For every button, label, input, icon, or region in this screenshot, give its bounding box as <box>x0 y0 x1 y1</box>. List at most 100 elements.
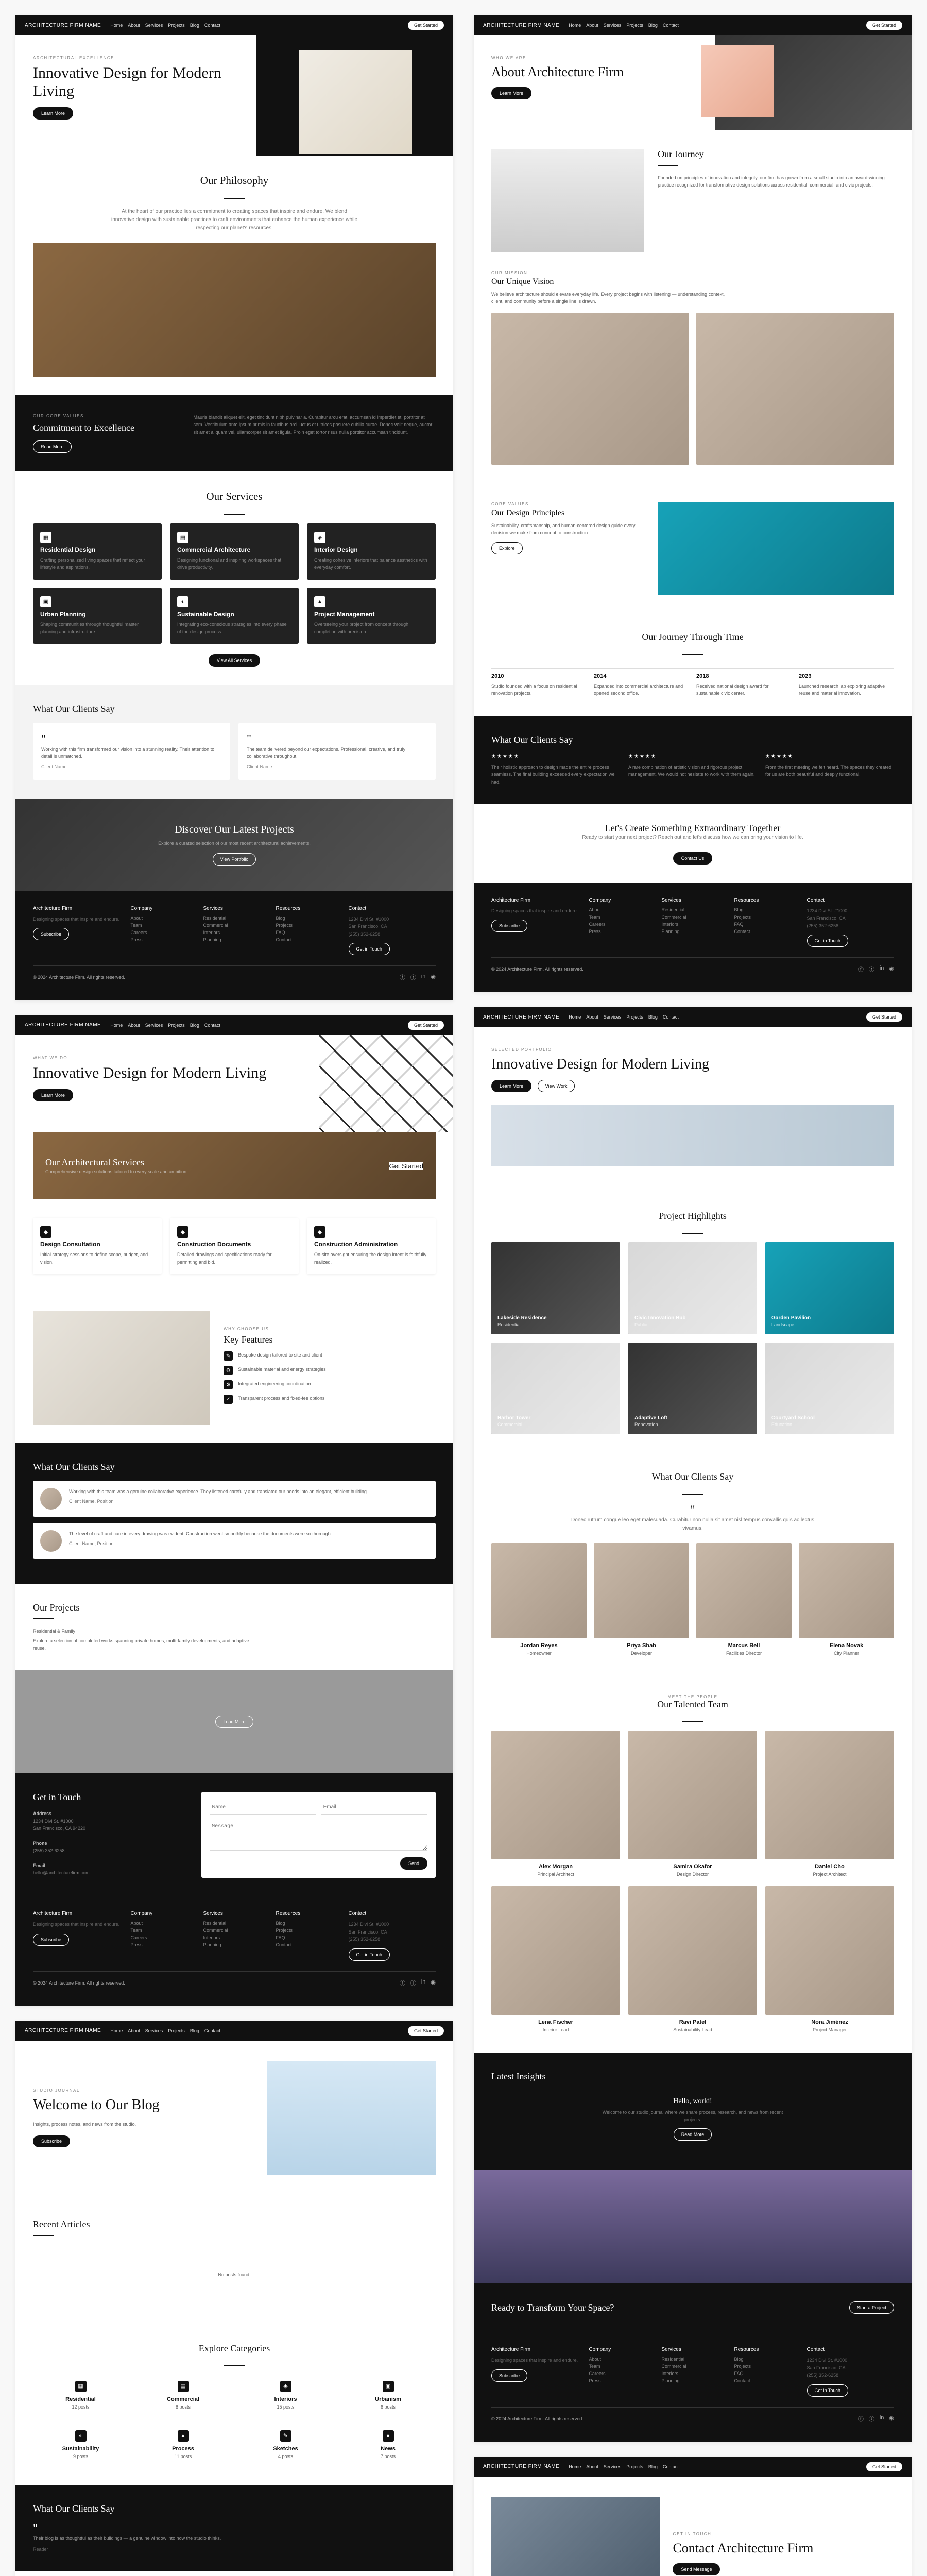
footer-link[interactable]: Blog <box>276 1921 338 1926</box>
service-card[interactable]: ◆ Design Consultation Initial strategy s… <box>33 1218 162 1274</box>
social-ig-icon[interactable]: ◉ <box>889 965 894 973</box>
nav-link[interactable]: Projects <box>626 2464 643 2469</box>
social-in-icon[interactable]: in <box>421 973 426 981</box>
band-cta-button[interactable]: Get Started <box>389 1162 423 1170</box>
footer-link[interactable]: Team <box>589 914 651 920</box>
footer-link[interactable]: Planning <box>661 929 724 934</box>
project-card[interactable]: Adaptive Loft Renovation <box>628 1343 757 1435</box>
project-card[interactable]: Garden Pavilion Landscape <box>765 1242 894 1334</box>
footer-contact-button[interactable]: Get in Touch <box>807 2384 848 2397</box>
footer-link[interactable]: Contact <box>276 937 338 942</box>
service-card[interactable]: ◈ Interior Design Creating cohesive inte… <box>307 523 436 580</box>
footer-contact-button[interactable]: Get in Touch <box>807 935 848 947</box>
nav-link[interactable]: About <box>586 2464 598 2469</box>
footer-subscribe-button[interactable]: Subscribe <box>491 920 527 932</box>
footer-link[interactable]: Projects <box>734 914 797 920</box>
nav-link[interactable]: About <box>128 2028 140 2033</box>
service-card[interactable]: ▦ Residential Design Crafting personaliz… <box>33 523 162 580</box>
service-card[interactable]: ◆ Construction Documents Detailed drawin… <box>170 1218 299 1274</box>
nav-link[interactable]: Services <box>145 23 163 28</box>
footer-link[interactable]: About <box>130 916 193 921</box>
nav-link[interactable]: Contact <box>663 1014 679 1020</box>
nav-link[interactable]: Services <box>145 1023 163 1028</box>
nav-cta-button[interactable]: Get Started <box>866 1012 902 1022</box>
footer-subscribe-button[interactable]: Subscribe <box>33 1934 69 1946</box>
footer-link[interactable]: Careers <box>130 1935 193 1940</box>
services-cta-button[interactable]: View All Services <box>209 654 260 667</box>
nav-link[interactable]: Services <box>604 1014 622 1020</box>
nav-link[interactable]: Blog <box>190 2028 199 2033</box>
category-card[interactable]: ▣ Urbanism 6 posts <box>340 2375 436 2417</box>
nav-link[interactable]: Projects <box>168 23 185 28</box>
commit-cta-button[interactable]: Read More <box>33 440 72 453</box>
footer-link[interactable]: Interiors <box>203 930 265 935</box>
nav-cta-button[interactable]: Get Started <box>866 2462 902 2471</box>
footer-link[interactable]: Team <box>589 2364 651 2369</box>
social-ig-icon[interactable]: ◉ <box>431 1979 436 1987</box>
footer-link[interactable]: Projects <box>276 923 338 928</box>
project-card[interactable]: Harbor Tower Commercial <box>491 1343 620 1435</box>
email-input[interactable] <box>321 1800 427 1815</box>
footer-link[interactable]: Commercial <box>203 1928 265 1933</box>
nav-link[interactable]: Services <box>604 23 622 28</box>
nav-link[interactable]: Projects <box>168 1023 185 1028</box>
nav-link[interactable]: Contact <box>204 1023 220 1028</box>
nav-link[interactable]: Home <box>110 23 123 28</box>
nav-link[interactable]: Blog <box>648 2464 658 2469</box>
footer-link[interactable]: Contact <box>276 1942 338 1947</box>
nav-link[interactable]: Contact <box>204 2028 220 2033</box>
category-card[interactable]: ▦ Residential 12 posts <box>33 2375 128 2417</box>
footer-link[interactable]: Residential <box>203 916 265 921</box>
nav-link[interactable]: Projects <box>168 2028 185 2033</box>
nav-link[interactable]: About <box>586 1014 598 1020</box>
submit-button[interactable]: Send <box>400 1857 427 1870</box>
footer-subscribe-button[interactable]: Subscribe <box>33 928 69 940</box>
post-title[interactable]: Hello, world! <box>491 2097 894 2106</box>
hero-cta2-button[interactable]: View Work <box>538 1080 575 1092</box>
category-card[interactable]: ▲ Process 11 posts <box>135 2424 231 2466</box>
footer-subscribe-button[interactable]: Subscribe <box>491 2369 527 2382</box>
social-in-icon[interactable]: in <box>880 2415 884 2423</box>
footer-link[interactable]: Residential <box>661 2357 724 2362</box>
footer-link[interactable]: Press <box>589 929 651 934</box>
social-t-icon[interactable]: ⓣ <box>410 1979 416 1987</box>
footer-link[interactable]: FAQ <box>734 2371 797 2376</box>
footer-link[interactable]: Planning <box>661 2378 724 2383</box>
footer-link[interactable]: Press <box>130 937 193 942</box>
brand[interactable]: ARCHITECTURE FIRM NAME <box>483 23 559 28</box>
footer-link[interactable]: Interiors <box>661 2371 724 2376</box>
nav-cta-button[interactable]: Get Started <box>866 21 902 30</box>
footer-link[interactable]: Projects <box>734 2364 797 2369</box>
hero-cta-button[interactable]: Subscribe <box>33 2135 70 2147</box>
footer-link[interactable]: Interiors <box>661 922 724 927</box>
nav-link[interactable]: Projects <box>626 23 643 28</box>
social-t-icon[interactable]: ⓣ <box>869 2415 874 2423</box>
social-ig-icon[interactable]: ◉ <box>889 2415 894 2423</box>
footer-link[interactable]: Commercial <box>661 914 724 920</box>
footer-link[interactable]: Careers <box>130 930 193 935</box>
footer-link[interactable]: Planning <box>203 937 265 942</box>
category-card[interactable]: ◐ Sustainability 9 posts <box>33 2424 128 2466</box>
nav-link[interactable]: Contact <box>204 23 220 28</box>
footer-link[interactable]: FAQ <box>276 930 338 935</box>
social-in-icon[interactable]: in <box>880 965 884 973</box>
hero-cta-button[interactable]: Learn More <box>491 1080 531 1092</box>
nav-link[interactable]: Blog <box>648 1014 658 1020</box>
footer-link[interactable]: Careers <box>589 922 651 927</box>
post-cta-button[interactable]: Read More <box>674 2128 712 2141</box>
social-f-icon[interactable]: ⓕ <box>400 973 405 981</box>
category-card[interactable]: ● News 7 posts <box>340 2424 436 2466</box>
social-f-icon[interactable]: ⓕ <box>858 2415 864 2423</box>
nav-link[interactable]: Blog <box>648 23 658 28</box>
projects-cta-button[interactable]: View Portfolio <box>213 853 256 866</box>
footer-link[interactable]: FAQ <box>734 922 797 927</box>
footer-link[interactable]: Contact <box>734 929 797 934</box>
nav-cta-button[interactable]: Get Started <box>408 2026 444 2036</box>
load-more-button[interactable]: Load More <box>215 1716 253 1728</box>
footer-link[interactable]: Commercial <box>661 2364 724 2369</box>
nav-link[interactable]: Blog <box>190 23 199 28</box>
footer-link[interactable]: About <box>589 907 651 912</box>
hero-cta-button[interactable]: Learn More <box>33 107 73 120</box>
cta-button[interactable]: Contact Us <box>673 852 713 865</box>
nav-link[interactable]: Contact <box>663 2464 679 2469</box>
